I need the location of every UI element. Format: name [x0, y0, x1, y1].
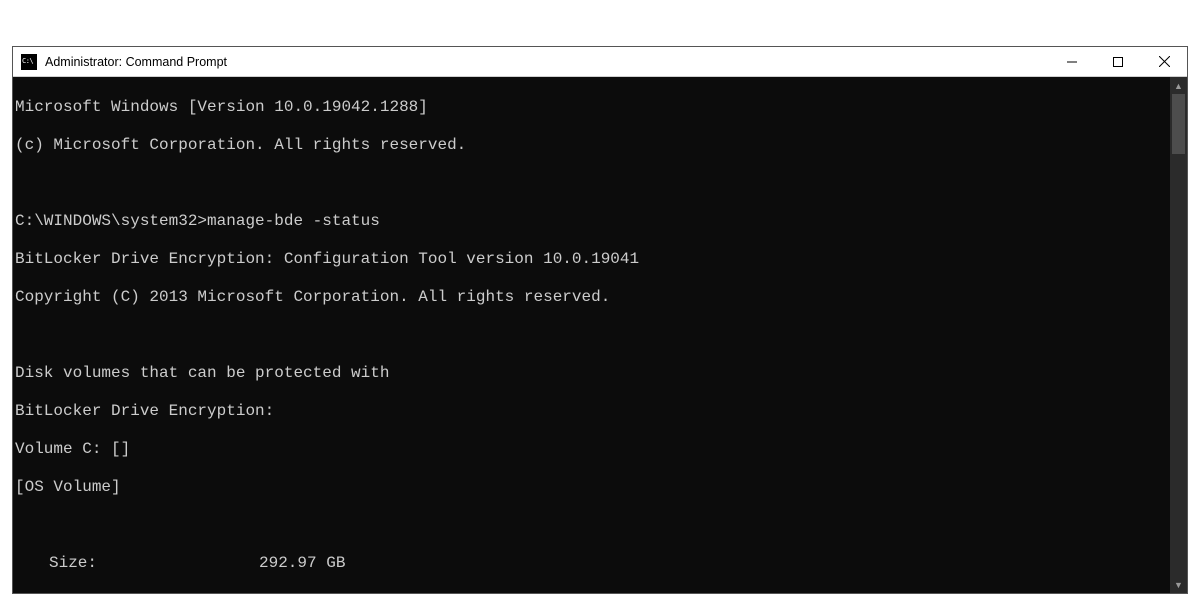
volume-type-line: [OS Volume] — [15, 478, 1170, 497]
tool-header: BitLocker Drive Encryption: Configuratio… — [15, 250, 1170, 269]
scroll-down-button[interactable]: ▼ — [1170, 576, 1187, 593]
minimize-button[interactable] — [1049, 47, 1095, 77]
status-row: BitLocker Version:None — [15, 592, 1170, 593]
blank-line — [15, 326, 1170, 345]
scroll-up-button[interactable]: ▲ — [1170, 77, 1187, 94]
status-value: None — [259, 592, 297, 593]
disk-volumes-line: BitLocker Drive Encryption: — [15, 402, 1170, 421]
volume-line: Volume C: [] — [15, 440, 1170, 459]
vertical-scrollbar[interactable]: ▲ ▼ — [1170, 77, 1187, 593]
maximize-button[interactable] — [1095, 47, 1141, 77]
titlebar[interactable]: Administrator: Command Prompt — [13, 47, 1187, 77]
maximize-icon — [1113, 57, 1123, 67]
prompt-line: C:\WINDOWS\system32>manage-bde -status — [15, 212, 1170, 231]
command-prompt-window: Administrator: Command Prompt Microsoft … — [12, 46, 1188, 594]
status-row: Size:292.97 GB — [15, 554, 1170, 573]
blank-line — [15, 174, 1170, 193]
window-title: Administrator: Command Prompt — [45, 55, 227, 69]
chevron-down-icon: ▼ — [1174, 580, 1183, 590]
chevron-up-icon: ▲ — [1174, 81, 1183, 91]
banner-line: (c) Microsoft Corporation. All rights re… — [15, 136, 1170, 155]
minimize-icon — [1067, 57, 1077, 67]
status-key: BitLocker Version: — [49, 592, 259, 593]
command-text: manage-bde -status — [207, 212, 380, 230]
close-button[interactable] — [1141, 47, 1187, 77]
close-icon — [1159, 56, 1170, 67]
client-area: Microsoft Windows [Version 10.0.19042.12… — [13, 77, 1187, 593]
terminal-output[interactable]: Microsoft Windows [Version 10.0.19042.12… — [13, 77, 1170, 593]
banner-line: Microsoft Windows [Version 10.0.19042.12… — [15, 98, 1170, 117]
scroll-thumb[interactable] — [1172, 94, 1185, 154]
cmd-icon — [21, 54, 37, 70]
disk-volumes-line: Disk volumes that can be protected with — [15, 364, 1170, 383]
tool-copyright: Copyright (C) 2013 Microsoft Corporation… — [15, 288, 1170, 307]
blank-line — [15, 516, 1170, 535]
status-value: 292.97 GB — [259, 554, 345, 573]
status-key: Size: — [49, 554, 259, 573]
prompt-path: C:\WINDOWS\system32> — [15, 212, 207, 230]
